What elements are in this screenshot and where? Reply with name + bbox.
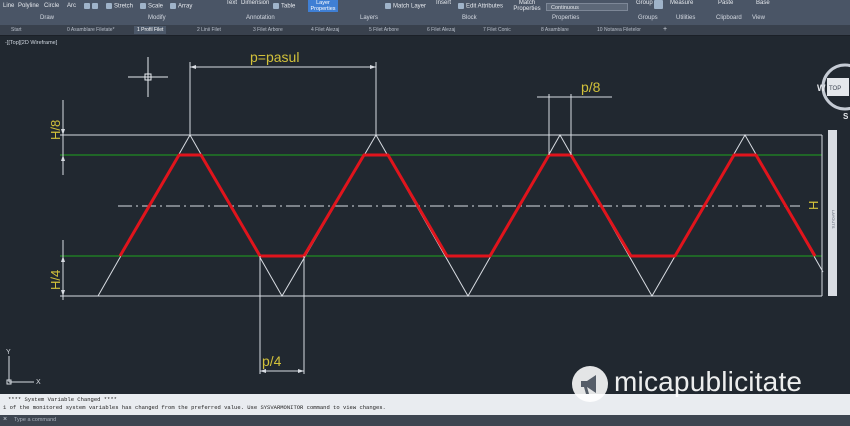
scale-icon <box>140 3 146 9</box>
scale-label: Scale <box>148 3 164 10</box>
label-h8: H/8 <box>48 120 63 140</box>
tab-linii-filet[interactable]: 2 Linii Filet <box>194 26 224 34</box>
measure-icon[interactable] <box>654 0 665 9</box>
arc-tool[interactable]: Arc <box>67 3 76 9</box>
close-icon[interactable]: × <box>3 416 7 423</box>
panel-modify[interactable]: Modify <box>148 15 166 21</box>
match-layer-button[interactable]: Match Layer <box>385 3 426 10</box>
label-h4: H/4 <box>48 270 63 290</box>
panel-properties[interactable]: Properties <box>552 15 579 21</box>
tab-filet-arbore-3[interactable]: 3 Filet Arbore <box>250 26 286 34</box>
panel-clipboard[interactable]: Clipboard <box>716 15 742 21</box>
file-tabs: Start 0 Asamblare Filetate* 1 Profil Fil… <box>0 25 850 36</box>
fundamental-triangle <box>97 133 824 298</box>
ucs-icon: Y X <box>6 349 41 386</box>
match-layer-icon <box>385 3 391 9</box>
viewcube-compass[interactable]: TOP W S <box>817 63 850 121</box>
base-button[interactable]: Base <box>756 0 770 6</box>
tab-filet-alezaj-4[interactable]: 4 Filet Alezaj <box>308 26 342 34</box>
tab-filet-alezaj-6[interactable]: 6 Filet Alezaj <box>424 26 458 34</box>
compass-south: S <box>843 112 849 121</box>
watermark-text: micapublicitate <box>614 366 803 397</box>
panel-annotation[interactable]: Annotation <box>246 15 275 21</box>
tab-notarea-filetelor[interactable]: 10 Notarea Filetelor <box>594 26 644 34</box>
match-layer-label: Match Layer <box>393 3 427 10</box>
panel-block[interactable]: Block <box>462 15 477 21</box>
svg-text:Y: Y <box>6 349 11 356</box>
edit-attributes-button[interactable]: Edit Attributes <box>458 3 503 10</box>
line-tool[interactable]: Line <box>3 3 14 9</box>
label-pasul: p=pasul <box>250 49 299 65</box>
label-h: H <box>806 201 821 210</box>
table-tool[interactable]: Table <box>273 3 295 10</box>
megaphone-logo-icon <box>572 366 608 402</box>
stretch-label: Stretch <box>114 3 134 10</box>
insert-button[interactable]: Insert <box>436 0 451 6</box>
tab-asamblare-filetate[interactable]: 0 Asamblare Filetate* <box>64 26 118 34</box>
command-history-line: 1 of the monitored system variables has … <box>3 404 386 411</box>
group-button[interactable]: Group <box>636 0 653 6</box>
panel-groups[interactable]: Groups <box>638 15 658 21</box>
layer-properties-button[interactable]: Layer Properties <box>308 0 338 12</box>
array-tool[interactable]: Array <box>170 3 192 10</box>
scale-tool[interactable]: Scale <box>140 3 163 10</box>
tab-start[interactable]: Start <box>8 26 25 34</box>
panel-layers[interactable]: Layers <box>360 15 378 21</box>
crosshair-cursor <box>128 57 168 97</box>
tab-asamblare[interactable]: 8 Asamblare <box>538 26 572 34</box>
label-p8: p/8 <box>581 79 601 95</box>
tab-filet-arbore-5[interactable]: 5 Filet Arbore <box>366 26 402 34</box>
text-tool[interactable]: Text <box>226 0 237 6</box>
edit-attributes-label: Edit Attributes <box>466 3 504 10</box>
panel-utilities[interactable]: Utilities <box>676 15 695 21</box>
match-properties-button[interactable]: Match Properties <box>512 0 542 12</box>
table-icon <box>273 3 279 9</box>
move-icon[interactable] <box>84 3 100 10</box>
viewcube-top-label[interactable]: TOP <box>829 86 841 92</box>
edit-attributes-icon <box>458 3 464 9</box>
measure-button[interactable]: Measure <box>670 0 693 6</box>
panel-view[interactable]: View <box>752 15 765 21</box>
ribbon: Line Polyline Circle Arc Stretch Scale A… <box>0 0 850 26</box>
paste-button[interactable]: Paste <box>718 0 733 6</box>
svg-text:X: X <box>36 379 41 386</box>
drawing-canvas[interactable]: p=pasul p/8 p/4 H/8 H/4 H Y X TOP W S <box>0 36 850 394</box>
linetype-dropdown[interactable]: Continuous <box>546 3 628 11</box>
command-history-line: **** System Variable Changed **** <box>8 396 117 403</box>
circle-tool[interactable]: Circle <box>44 3 59 9</box>
tab-profil-filet[interactable]: 1 Profil Filet <box>134 26 167 34</box>
panel-draw[interactable]: Draw <box>40 15 54 21</box>
command-input-bar[interactable]: × Type a command <box>0 415 850 426</box>
command-input[interactable]: Type a command <box>14 417 56 423</box>
compass-west: W <box>817 83 826 93</box>
dimension-tool[interactable]: Dimension <box>241 0 269 6</box>
array-icon <box>170 3 176 9</box>
navigation-bar-label: LAYOUTS <box>831 210 836 229</box>
label-p4: p/4 <box>262 353 282 369</box>
table-label: Table <box>281 3 296 10</box>
polyline-tool[interactable]: Polyline <box>18 3 39 9</box>
new-tab-button[interactable]: + <box>663 26 667 34</box>
stretch-tool[interactable]: Stretch <box>106 3 133 10</box>
tab-filet-conic[interactable]: 7 Filet Conic <box>480 26 514 34</box>
stretch-icon <box>106 3 112 9</box>
array-label: Array <box>178 3 193 10</box>
